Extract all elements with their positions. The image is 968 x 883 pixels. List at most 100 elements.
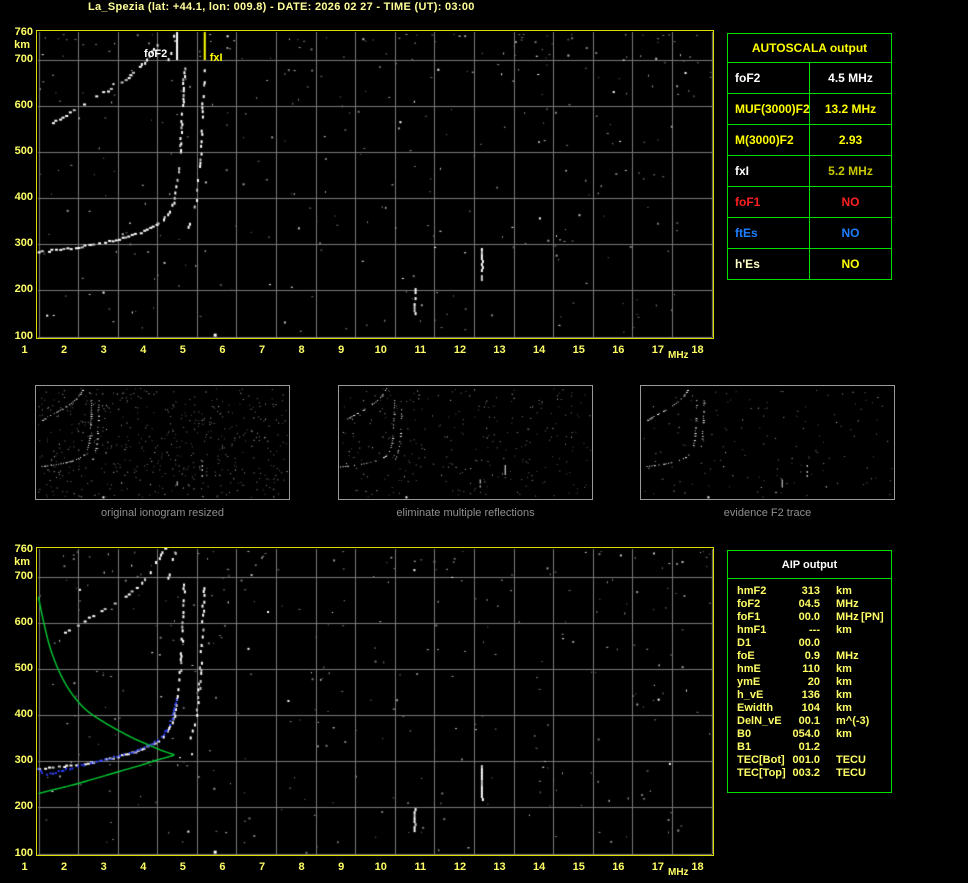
parameter-label: ymE xyxy=(737,676,761,688)
parameter-unit: m^(-3) xyxy=(836,715,870,727)
table-row: B1 01.2 xyxy=(728,741,891,754)
x-tick: 2 xyxy=(61,861,68,873)
parameter-value: 001.0 xyxy=(792,754,820,766)
y-tick: 760 xyxy=(14,542,33,555)
parameter-value: 003.2 xyxy=(792,767,820,779)
thumbnail-no-multiples xyxy=(338,385,593,500)
parameter-label: M(3000)F2 xyxy=(728,125,810,155)
ionogram-plot-bottom xyxy=(36,547,714,856)
parameter-unit: km xyxy=(836,676,852,688)
parameter-unit: km xyxy=(836,624,852,636)
fxi-marker-label: fxI xyxy=(209,52,223,64)
table-row: h_vE 136 km xyxy=(728,689,891,702)
parameter-value: 00.0 xyxy=(798,611,820,623)
y-tick: 300 xyxy=(14,237,33,250)
x-tick: 17 xyxy=(651,861,665,873)
thumbnail-f2-evidence xyxy=(640,385,895,500)
parameter-label: B0 xyxy=(737,728,752,740)
parameter-value: 104 xyxy=(801,702,820,714)
x-tick: 9 xyxy=(338,344,345,356)
autoscala-table-rows: foF2 4.5 MHz MUF(3000)F2 13.2 MHz M(3000)F2 2… xyxy=(728,63,891,279)
parameter-label: ftEs xyxy=(728,218,810,248)
x-tick: 16 xyxy=(612,861,625,873)
parameter-unit: km xyxy=(836,663,852,675)
y-axis-unit: km xyxy=(14,39,30,51)
y-axis-unit: km xyxy=(14,556,30,568)
parameter-unit: MHz xyxy=(836,611,859,623)
parameter-value: 00.0 xyxy=(798,637,820,649)
x-tick: 18 xyxy=(691,861,704,873)
parameter-unit: km xyxy=(836,689,852,701)
x-tick: 7 xyxy=(258,344,266,356)
parameter-value: 04.5 xyxy=(798,598,820,610)
x-tick: 8 xyxy=(298,344,305,356)
parameter-label: foF2 xyxy=(737,598,761,610)
x-tick: 9 xyxy=(338,861,345,873)
x-tick: 10 xyxy=(374,861,387,873)
thumbnail-f2-evidence-canvas xyxy=(641,386,894,499)
x-axis-unit: MHz xyxy=(668,867,689,878)
parameter-label: h'Es xyxy=(728,249,810,279)
x-tick: 3 xyxy=(100,344,107,356)
table-row: foF1 NO xyxy=(728,187,891,218)
parameter-label: hmE xyxy=(737,663,761,675)
thumbnail-no-multiples-canvas xyxy=(339,386,592,499)
y-tick: 600 xyxy=(14,99,33,112)
parameter-value: 13.2 MHz xyxy=(824,102,877,116)
x-tick: 8 xyxy=(298,861,305,873)
parameter-unit: MHz xyxy=(836,650,859,662)
fof2-marker-label: foF2 xyxy=(144,48,168,60)
parameter-value: 110 xyxy=(802,663,820,675)
parameter-value: 2.93 xyxy=(838,133,863,147)
station-header: La_Spezia (lat: +44.1, lon: 009.8) - DAT… xyxy=(88,1,475,13)
table-row: hmF1 --- km xyxy=(728,624,891,637)
thumbnail-original-canvas xyxy=(36,386,289,499)
aip-table-rows: hmF2 313 km foF2 04.5 MHz foF1 00.0 MHz [PN] hmF1-… xyxy=(728,579,891,780)
ionogram-bottom-canvas xyxy=(37,548,713,855)
table-row: hmE 110 km xyxy=(728,663,891,676)
thumbnail-caption: evidence F2 trace xyxy=(723,507,812,519)
parameter-unit: TECU xyxy=(836,767,866,779)
x-tick: 3 xyxy=(100,861,107,873)
table-row: foF2 04.5 MHz xyxy=(728,598,891,611)
table-row: ymE 20 km xyxy=(728,676,891,689)
parameter-value: 0.9 xyxy=(804,650,820,662)
x-tick: 13 xyxy=(493,861,506,873)
parameter-value: 01.2 xyxy=(798,741,820,753)
table-row: MUF(3000)F2 13.2 MHz xyxy=(728,94,891,125)
table-row: fxI 5.2 MHz xyxy=(728,156,891,187)
parameter-value: 054.0 xyxy=(792,728,820,740)
y-tick: 200 xyxy=(14,283,33,296)
x-axis-unit: MHz xyxy=(668,350,689,361)
parameter-value: 00.1 xyxy=(798,715,820,727)
x-tick: 5 xyxy=(179,344,186,356)
x-tick: 2 xyxy=(61,344,68,356)
x-tick: 17 xyxy=(651,344,665,356)
aip-table-title: AIP output xyxy=(728,551,891,579)
parameter-value: 4.5 MHz xyxy=(828,71,873,85)
y-tick: 400 xyxy=(14,708,33,721)
parameter-label: hmF2 xyxy=(737,585,767,597)
parameter-value: 20 xyxy=(807,676,820,688)
ionogram-top-canvas xyxy=(37,31,713,338)
y-tick: 200 xyxy=(14,800,33,813)
parameter-label: B1 xyxy=(737,741,752,753)
x-tick: 11 xyxy=(414,861,427,873)
table-row: hmF2 313 km xyxy=(728,585,891,598)
x-tick: 6 xyxy=(219,861,226,873)
ionogram-plot-top: foF2 fxI xyxy=(36,30,714,339)
autoscala-table-title: AUTOSCALA output xyxy=(728,34,891,63)
x-tick: 1 xyxy=(21,861,28,873)
parameter-unit: TECU xyxy=(836,754,866,766)
x-tick: 18 xyxy=(691,344,704,356)
x-tick: 15 xyxy=(572,861,585,873)
x-tick: 10 xyxy=(374,344,387,356)
y-tick: 100 xyxy=(14,329,33,342)
y-tick: 500 xyxy=(14,145,33,158)
parameter-value: 5.2 MHz xyxy=(828,164,873,178)
parameter-value: 136 xyxy=(801,689,820,701)
table-row: TEC[Bot] 001.0 TECU xyxy=(728,754,891,767)
aip-output-table: AIP output hmF2 313 km foF2 04.5 MHz foF1 00.0 M… xyxy=(727,550,892,793)
parameter-value: NO xyxy=(841,195,860,209)
x-tick: 4 xyxy=(140,344,147,356)
